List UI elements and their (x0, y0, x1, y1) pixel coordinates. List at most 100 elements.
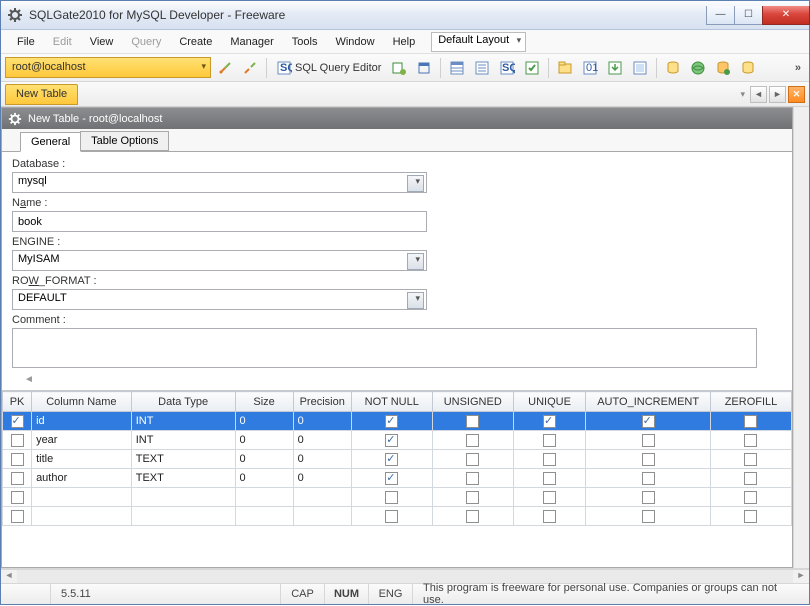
tab-table-options[interactable]: Table Options (80, 131, 169, 151)
table-row[interactable] (3, 507, 792, 526)
menu-tools[interactable]: Tools (284, 33, 326, 51)
tab-general[interactable]: General (20, 132, 81, 152)
checkbox[interactable] (543, 434, 556, 447)
checkbox[interactable] (744, 434, 757, 447)
cell-type[interactable]: TEXT (131, 450, 235, 469)
layout-select[interactable]: Default Layout (431, 32, 526, 52)
checkbox[interactable] (744, 415, 757, 428)
tab-next-button[interactable]: ► (769, 86, 786, 103)
checkbox[interactable] (642, 434, 655, 447)
comment-textarea[interactable] (12, 328, 757, 368)
cell-prec[interactable]: 0 (293, 469, 351, 488)
cell-name[interactable]: id (32, 412, 132, 431)
cell-size[interactable] (235, 488, 293, 507)
tool-icon-12[interactable] (687, 57, 709, 79)
cell-prec[interactable]: 0 (293, 431, 351, 450)
checkbox[interactable] (642, 453, 655, 466)
checkbox[interactable] (11, 472, 24, 485)
checkbox[interactable] (385, 472, 398, 485)
columns-grid[interactable]: PK Column Name Data Type Size Precision … (2, 390, 792, 567)
tool-icon-14[interactable] (737, 57, 759, 79)
cell-name[interactable] (32, 488, 132, 507)
checkbox[interactable] (642, 415, 655, 428)
menu-help[interactable]: Help (385, 33, 424, 51)
table-row[interactable]: authorTEXT00 (3, 469, 792, 488)
checkbox[interactable] (11, 415, 24, 428)
checkbox[interactable] (11, 510, 24, 523)
cell-name[interactable] (32, 507, 132, 526)
cell-name[interactable]: author (32, 469, 132, 488)
hdr-uq[interactable]: UNIQUE (513, 392, 586, 412)
checkbox[interactable] (543, 453, 556, 466)
checkbox[interactable] (385, 453, 398, 466)
menu-manager[interactable]: Manager (222, 33, 281, 51)
minimize-button[interactable]: — (706, 6, 735, 25)
hdr-un[interactable]: UNSIGNED (432, 392, 513, 412)
checkbox[interactable] (385, 415, 398, 428)
checkbox[interactable] (744, 510, 757, 523)
tool-icon-11[interactable] (662, 57, 684, 79)
checkbox[interactable] (466, 510, 479, 523)
menu-query[interactable]: Query (123, 33, 169, 51)
cell-prec[interactable]: 0 (293, 412, 351, 431)
menu-edit[interactable]: Edit (45, 33, 80, 51)
file-tab-new-table[interactable]: New Table (5, 84, 78, 105)
database-select[interactable]: mysql (12, 172, 427, 193)
tool-icon-10[interactable] (629, 57, 651, 79)
vertical-scrollbar[interactable] (793, 107, 809, 568)
checkbox[interactable] (543, 510, 556, 523)
cell-type[interactable] (131, 488, 235, 507)
connection-dropdown[interactable]: root@localhost (5, 57, 211, 78)
close-button[interactable]: ✕ (762, 6, 810, 25)
hscroll-left-icon[interactable]: ◄ (1, 570, 17, 583)
checkbox[interactable] (642, 472, 655, 485)
engine-select[interactable]: MyISAM (12, 250, 427, 271)
menu-window[interactable]: Window (327, 33, 382, 51)
hdr-pk[interactable]: PK (3, 392, 32, 412)
tool-icon-6[interactable] (521, 57, 543, 79)
checkbox[interactable] (543, 472, 556, 485)
tool-icon-9[interactable] (604, 57, 626, 79)
menu-file[interactable]: File (9, 33, 43, 51)
name-input[interactable] (12, 211, 427, 232)
tab-close-button[interactable]: ✕ (788, 86, 805, 103)
checkbox[interactable] (543, 491, 556, 504)
table-row[interactable]: idINT00 (3, 412, 792, 431)
tool-icon-3[interactable] (446, 57, 468, 79)
tool-icon-4[interactable] (471, 57, 493, 79)
cell-name[interactable]: year (32, 431, 132, 450)
cell-type[interactable] (131, 507, 235, 526)
checkbox[interactable] (385, 510, 398, 523)
hdr-type[interactable]: Data Type (131, 392, 235, 412)
cell-type[interactable]: INT (131, 412, 235, 431)
checkbox[interactable] (466, 415, 479, 428)
tool-icon-1[interactable] (388, 57, 410, 79)
panel-titlebar[interactable]: New Table - root@localhost (2, 108, 792, 129)
disconnect-icon[interactable] (239, 57, 261, 79)
tool-icon-7[interactable] (554, 57, 576, 79)
menu-create[interactable]: Create (171, 33, 220, 51)
checkbox[interactable] (466, 453, 479, 466)
hdr-zf[interactable]: ZEROFILL (710, 392, 791, 412)
hdr-prec[interactable]: Precision (293, 392, 351, 412)
table-row[interactable]: titleTEXT00 (3, 450, 792, 469)
cell-prec[interactable] (293, 488, 351, 507)
tool-icon-13[interactable] (712, 57, 734, 79)
cell-prec[interactable]: 0 (293, 450, 351, 469)
horizontal-scrollbar[interactable]: ◄ ► (1, 569, 809, 583)
hdr-ai[interactable]: AUTO_INCREMENT (586, 392, 711, 412)
sql-editor-button[interactable]: SQL SQL Query Editor (272, 57, 385, 79)
checkbox[interactable] (744, 472, 757, 485)
cell-size[interactable]: 0 (235, 412, 293, 431)
cell-name[interactable]: title (32, 450, 132, 469)
checkbox[interactable] (385, 434, 398, 447)
cell-size[interactable]: 0 (235, 450, 293, 469)
cell-size[interactable]: 0 (235, 469, 293, 488)
titlebar[interactable]: SQLGate2010 for MySQL Developer - Freewa… (1, 1, 809, 30)
checkbox[interactable] (466, 472, 479, 485)
checkbox[interactable] (466, 491, 479, 504)
cell-type[interactable]: INT (131, 431, 235, 450)
checkbox[interactable] (744, 453, 757, 466)
hdr-nn[interactable]: NOT NULL (351, 392, 432, 412)
hdr-name[interactable]: Column Name (32, 392, 132, 412)
